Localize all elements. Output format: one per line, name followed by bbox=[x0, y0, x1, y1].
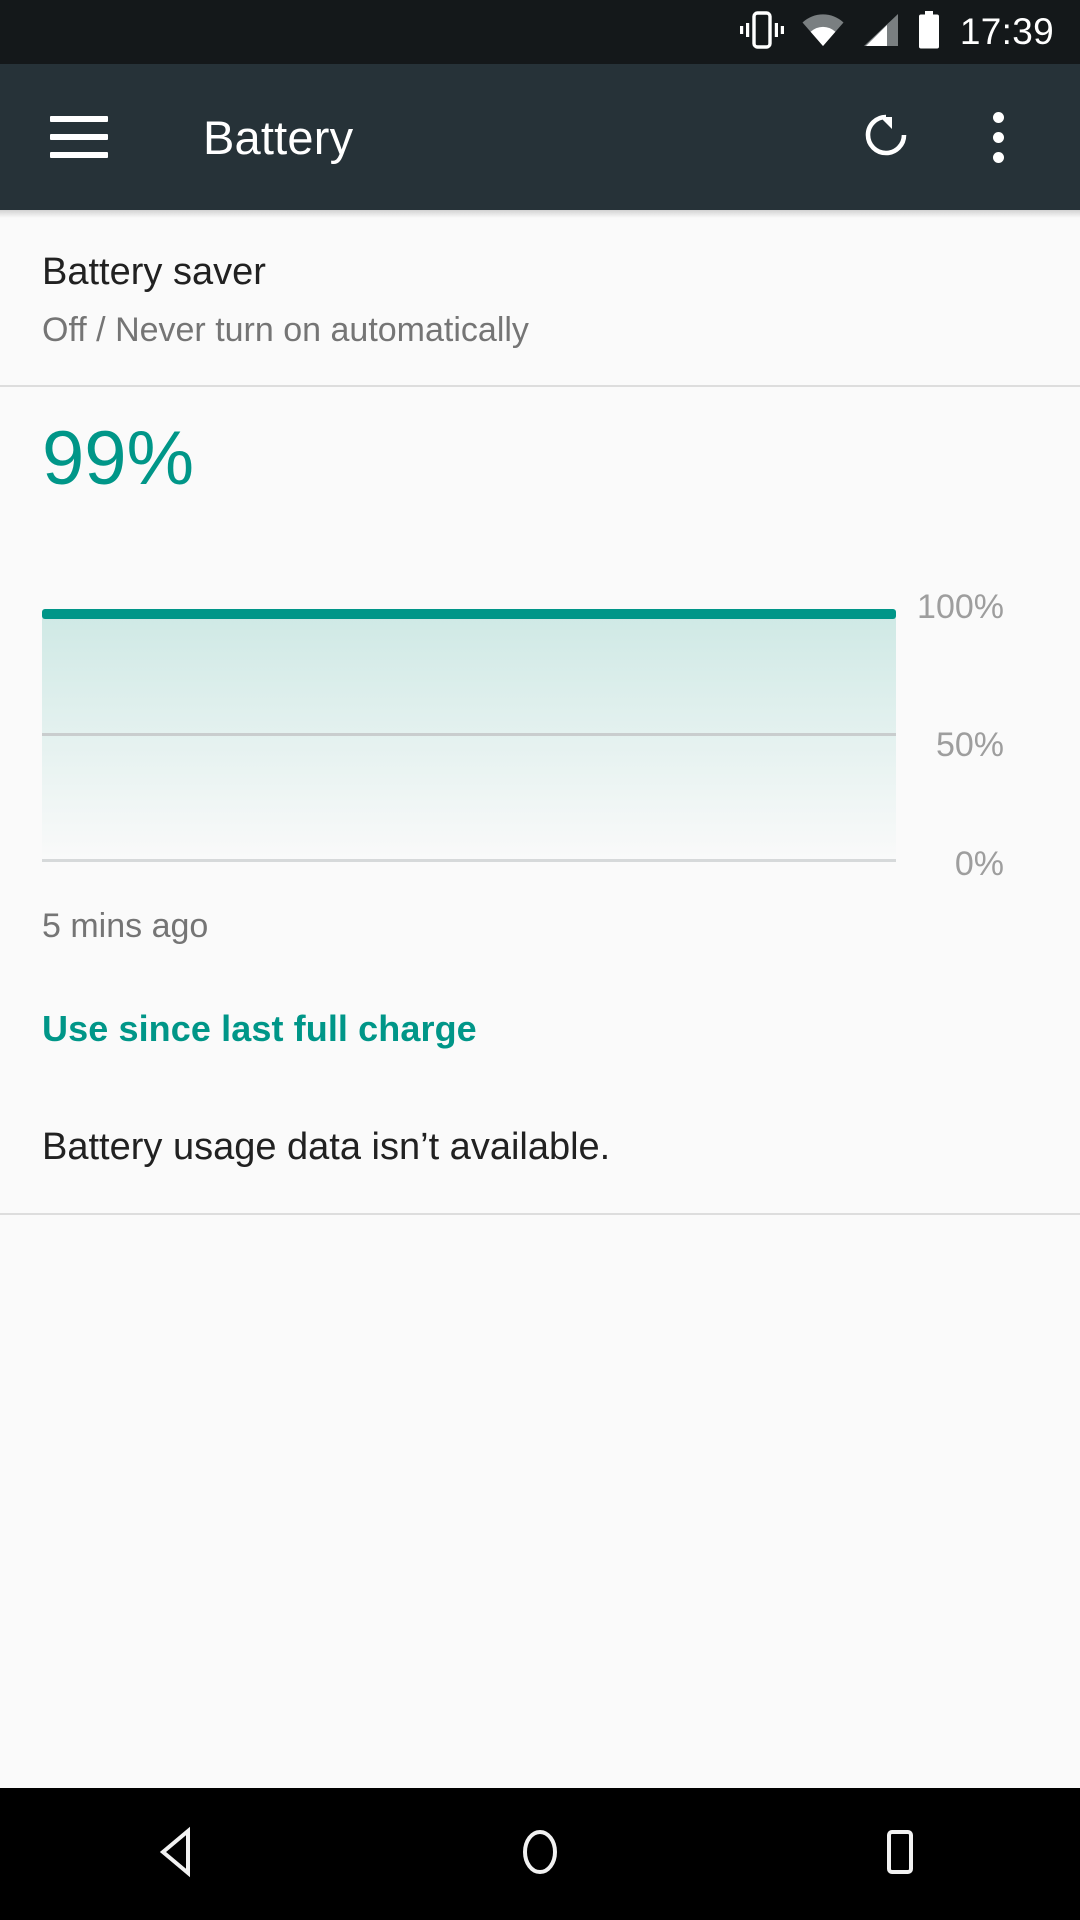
overflow-menu-button[interactable] bbox=[956, 95, 1040, 179]
overflow-menu-icon bbox=[992, 111, 1004, 163]
empty-space bbox=[0, 1214, 1080, 1735]
chart-gridline-0 bbox=[42, 858, 896, 862]
chart-ytick-0: 0% bbox=[954, 844, 1004, 883]
chart-level-line bbox=[42, 608, 896, 619]
battery-usage-empty-message: Battery usage data isn’t available. bbox=[42, 1125, 611, 1168]
battery-level-section: 99% bbox=[0, 387, 1080, 497]
recents-square-icon bbox=[872, 1824, 928, 1885]
chart-area-fill bbox=[42, 615, 896, 862]
status-bar-icons bbox=[739, 10, 941, 54]
home-button[interactable] bbox=[440, 1788, 640, 1920]
chart-timestamp-caption: 5 mins ago bbox=[42, 906, 209, 945]
back-button[interactable] bbox=[80, 1788, 280, 1920]
status-bar: 17:39 bbox=[0, 0, 1080, 64]
app-bar-actions bbox=[844, 95, 1080, 179]
page-title: Battery bbox=[203, 110, 354, 164]
battery-history-chart: 100% 50% 0% bbox=[0, 583, 1080, 893]
back-triangle-icon bbox=[152, 1824, 208, 1885]
battery-saver-title: Battery saver bbox=[42, 251, 266, 293]
chart-axis-labels: 100% 50% 0% bbox=[912, 583, 1042, 893]
status-bar-clock: 17:39 bbox=[959, 11, 1054, 52]
use-since-last-full-charge-link[interactable]: Use since last full charge bbox=[42, 1008, 477, 1050]
wifi-icon bbox=[801, 13, 845, 52]
hamburger-menu-icon[interactable] bbox=[50, 116, 108, 158]
battery-full-icon bbox=[917, 10, 941, 54]
refresh-icon bbox=[858, 107, 914, 168]
settings-content: Battery saver Off / Never turn on automa… bbox=[0, 214, 1080, 1735]
refresh-button[interactable] bbox=[844, 95, 928, 179]
system-navigation-bar bbox=[0, 1788, 1080, 1920]
battery-saver-row[interactable]: Battery saver Off / Never turn on automa… bbox=[0, 214, 1080, 385]
recents-button[interactable] bbox=[800, 1788, 1000, 1920]
home-circle-icon bbox=[512, 1824, 568, 1885]
battery-settings-screen: 17:39 Battery Battery saver Off / Never … bbox=[0, 0, 1080, 1920]
battery-level-text: 99% bbox=[42, 415, 195, 501]
app-bar: Battery bbox=[0, 64, 1080, 218]
chart-svg bbox=[42, 608, 896, 862]
battery-saver-summary: Off / Never turn on automatically bbox=[42, 310, 529, 349]
chart-plot-area bbox=[42, 605, 896, 873]
chart-ytick-50: 50% bbox=[935, 725, 1004, 764]
chart-ytick-100: 100% bbox=[917, 587, 1004, 626]
vibrate-icon bbox=[739, 10, 784, 54]
use-since-last-full-charge-row[interactable]: Use since last full charge bbox=[0, 946, 1080, 1050]
cellular-signal-icon bbox=[862, 13, 900, 52]
chart-gridline-50 bbox=[42, 732, 896, 736]
